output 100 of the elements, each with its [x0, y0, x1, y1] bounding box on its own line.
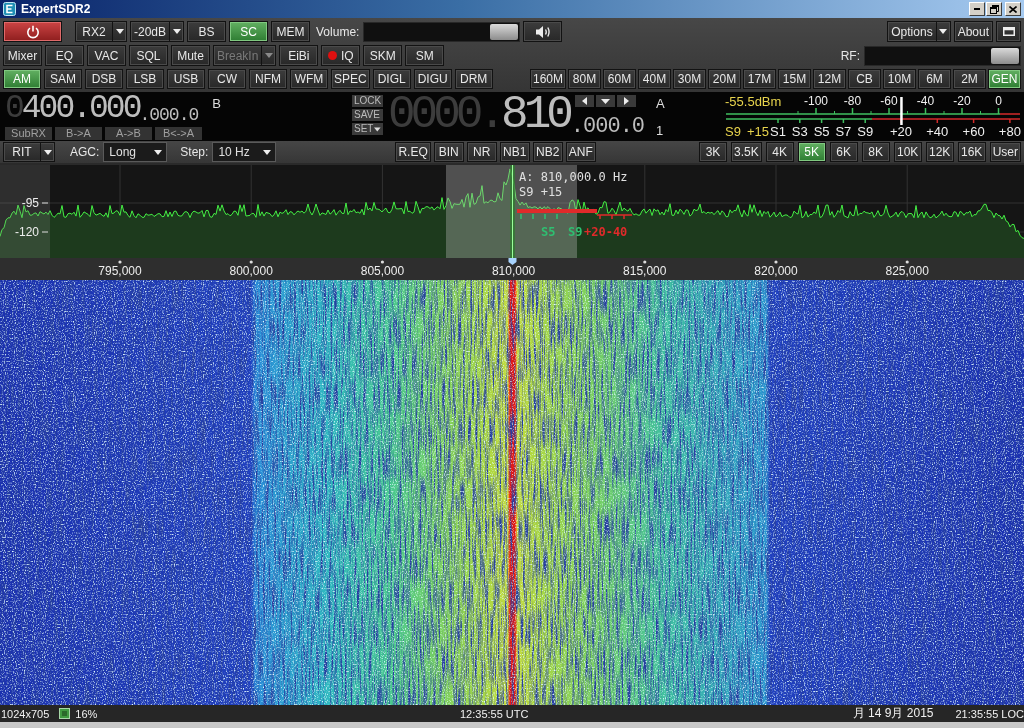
dropdown-button[interactable]: Options — [887, 21, 951, 42]
dsp-button[interactable]: NB1 — [499, 142, 530, 162]
axis-label: -120 — [14, 225, 39, 239]
axis-label: 825,000 — [885, 264, 929, 278]
slider-track[interactable] — [363, 21, 521, 42]
speaker-button[interactable] — [523, 21, 563, 42]
tick-mark — [118, 260, 122, 264]
down-arrow-icon — [600, 98, 610, 104]
close-button[interactable] — [1005, 2, 1021, 16]
memory-button[interactable]: SAVE — [352, 109, 383, 121]
dropdown-button[interactable]: RX2 — [75, 21, 127, 42]
filter-button[interactable]: 3K — [698, 142, 727, 162]
toolbar-button[interactable]: About — [953, 21, 993, 42]
tune-right-button[interactable] — [616, 95, 636, 107]
band-button[interactable]: 17M — [743, 69, 776, 89]
memory-button[interactable]: SET — [352, 123, 383, 135]
power-button[interactable] — [3, 21, 62, 42]
rit-dropdown-button[interactable]: RIT — [3, 142, 55, 162]
restore-button[interactable] — [986, 2, 1002, 16]
slider-track[interactable] — [864, 45, 1021, 66]
band-button[interactable]: 12M — [813, 69, 846, 89]
caret-icon — [43, 149, 52, 155]
filter-button[interactable]: 3.5K — [730, 142, 762, 162]
toolbar-button[interactable]: MEM — [271, 21, 311, 42]
window-mode-button[interactable] — [996, 21, 1021, 42]
meter-scale-label: S5 — [541, 225, 556, 239]
vfo-button[interactable]: B<->A — [155, 127, 202, 140]
mode-button[interactable]: AM — [3, 69, 41, 89]
filter-button[interactable]: 4K — [765, 142, 794, 162]
band-button[interactable]: 2M — [953, 69, 986, 89]
dsp-button[interactable]: ANF — [565, 142, 596, 162]
scale-label: 0 — [995, 94, 1002, 108]
mode-button[interactable]: DSB — [85, 69, 123, 89]
toolbar-button[interactable]: SQL — [129, 45, 168, 66]
toolbar-button[interactable]: BS — [187, 21, 227, 42]
record-dot-icon — [328, 51, 337, 60]
axis-label: 800,000 — [229, 264, 273, 278]
mode-button[interactable]: DIGL — [372, 69, 411, 89]
caret-icon — [939, 29, 948, 34]
mode-button[interactable]: DIGU — [413, 69, 452, 89]
vfo-button[interactable]: B->A — [55, 127, 102, 140]
filter-button[interactable]: 6K — [829, 142, 858, 162]
band-button[interactable]: 160M — [529, 69, 566, 89]
band-button[interactable]: 40M — [638, 69, 671, 89]
tune-down-button[interactable] — [595, 95, 615, 107]
toolbar-button[interactable]: EQ — [45, 45, 84, 66]
vfo-button[interactable]: SubRX — [5, 127, 52, 140]
scale-label: S1 — [770, 124, 786, 139]
mode-button[interactable]: SAM — [44, 69, 82, 89]
right-arrow-icon — [623, 97, 629, 105]
dsp-button[interactable]: NR — [466, 142, 497, 162]
step-select[interactable]: 10 Hz — [212, 142, 277, 162]
vfo-button[interactable]: A->B — [105, 127, 152, 140]
slider-thumb[interactable] — [991, 47, 1019, 64]
filter-button[interactable]: 8K — [861, 142, 890, 162]
minimize-button[interactable] — [969, 2, 985, 16]
filter-button[interactable]: 16K — [957, 142, 986, 162]
slider-thumb[interactable] — [490, 23, 519, 40]
toolbar-button[interactable]: SM — [405, 45, 445, 66]
filter-button[interactable]: User — [989, 142, 1021, 162]
window-icon — [1002, 27, 1015, 36]
tuning-line[interactable] — [510, 165, 515, 258]
band-button[interactable]: 10M — [883, 69, 916, 89]
agc-select[interactable]: Long — [103, 142, 168, 162]
toolbar-button[interactable]: SC — [229, 21, 269, 42]
filter-button[interactable]: 10K — [893, 142, 922, 162]
frequency-fine-digits[interactable]: .000.0 — [570, 116, 645, 138]
band-button[interactable]: 15M — [778, 69, 811, 89]
band-button[interactable]: 80M — [568, 69, 601, 89]
record-button[interactable]: IQ — [321, 45, 361, 66]
mode-button[interactable]: CW — [208, 69, 246, 89]
band-button[interactable]: 20M — [708, 69, 741, 89]
tune-left-button[interactable] — [574, 95, 594, 107]
agc-label: AGC: — [70, 145, 100, 159]
toolbar-button[interactable]: VAC — [87, 45, 126, 66]
memory-button[interactable]: LOCK — [352, 95, 383, 107]
mode-button[interactable]: SPEC — [331, 69, 370, 89]
filter-button[interactable]: 12K — [925, 142, 954, 162]
band-button[interactable]: 30M — [673, 69, 706, 89]
band-button[interactable]: 6M — [918, 69, 951, 89]
frequency-fine-digits[interactable]: .000.0 — [139, 106, 199, 124]
axis-label: 820,000 — [754, 264, 798, 278]
toolbar-button[interactable]: Mute — [171, 45, 210, 66]
mode-button[interactable]: WFM — [290, 69, 328, 89]
toolbar-button[interactable]: SKM — [363, 45, 403, 66]
toolbar-button[interactable]: Mixer — [3, 45, 42, 66]
dsp-button[interactable]: NB2 — [532, 142, 563, 162]
dsp-button[interactable]: R.EQ — [395, 142, 431, 162]
band-button[interactable]: CB — [848, 69, 881, 89]
frequency-digits[interactable]: 810 — [501, 92, 569, 138]
dropdown-button[interactable]: -20dB — [130, 21, 185, 42]
mode-button[interactable]: USB — [167, 69, 205, 89]
frequency-digits[interactable]: 400.000 — [21, 92, 140, 126]
band-button[interactable]: GEN — [988, 69, 1021, 89]
mode-button[interactable]: DRM — [454, 69, 493, 89]
mode-button[interactable]: NFM — [249, 69, 287, 89]
mode-button[interactable]: LSB — [126, 69, 164, 89]
dsp-button[interactable]: BIN — [433, 142, 464, 162]
toolbar-button[interactable]: EiBi — [279, 45, 319, 66]
band-button[interactable]: 60M — [603, 69, 636, 89]
